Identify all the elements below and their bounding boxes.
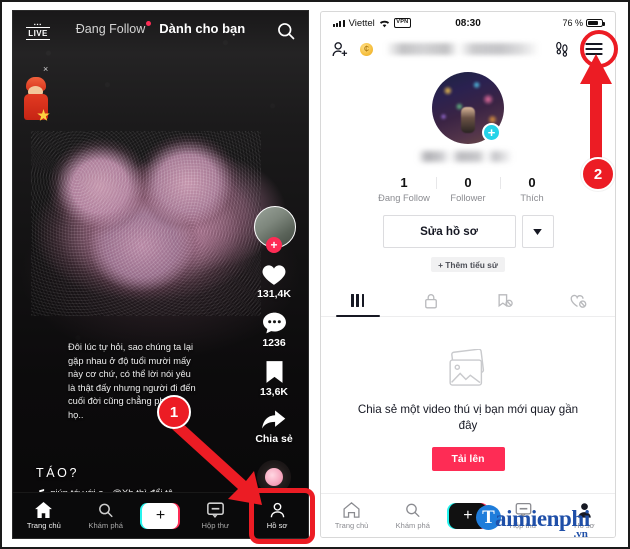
image-frame-border <box>0 0 630 549</box>
annotation-badge-2: 2 <box>581 157 615 191</box>
watermark-tld: .vn <box>573 528 588 540</box>
annotation-badge-2-number: 2 <box>581 157 615 191</box>
annotation-badge-1-number: 1 <box>157 395 191 429</box>
screenshot-root: ▪▪▪ LIVE Đang Follow Dành cho bạn × + 13… <box>0 0 630 549</box>
annotation-arrow-2 <box>580 54 612 166</box>
watermark-taimienphi: T aimienphi .vn <box>476 505 590 540</box>
annotation-badge-1: 1 <box>157 395 191 429</box>
watermark-name: aimienphi <box>495 506 590 531</box>
